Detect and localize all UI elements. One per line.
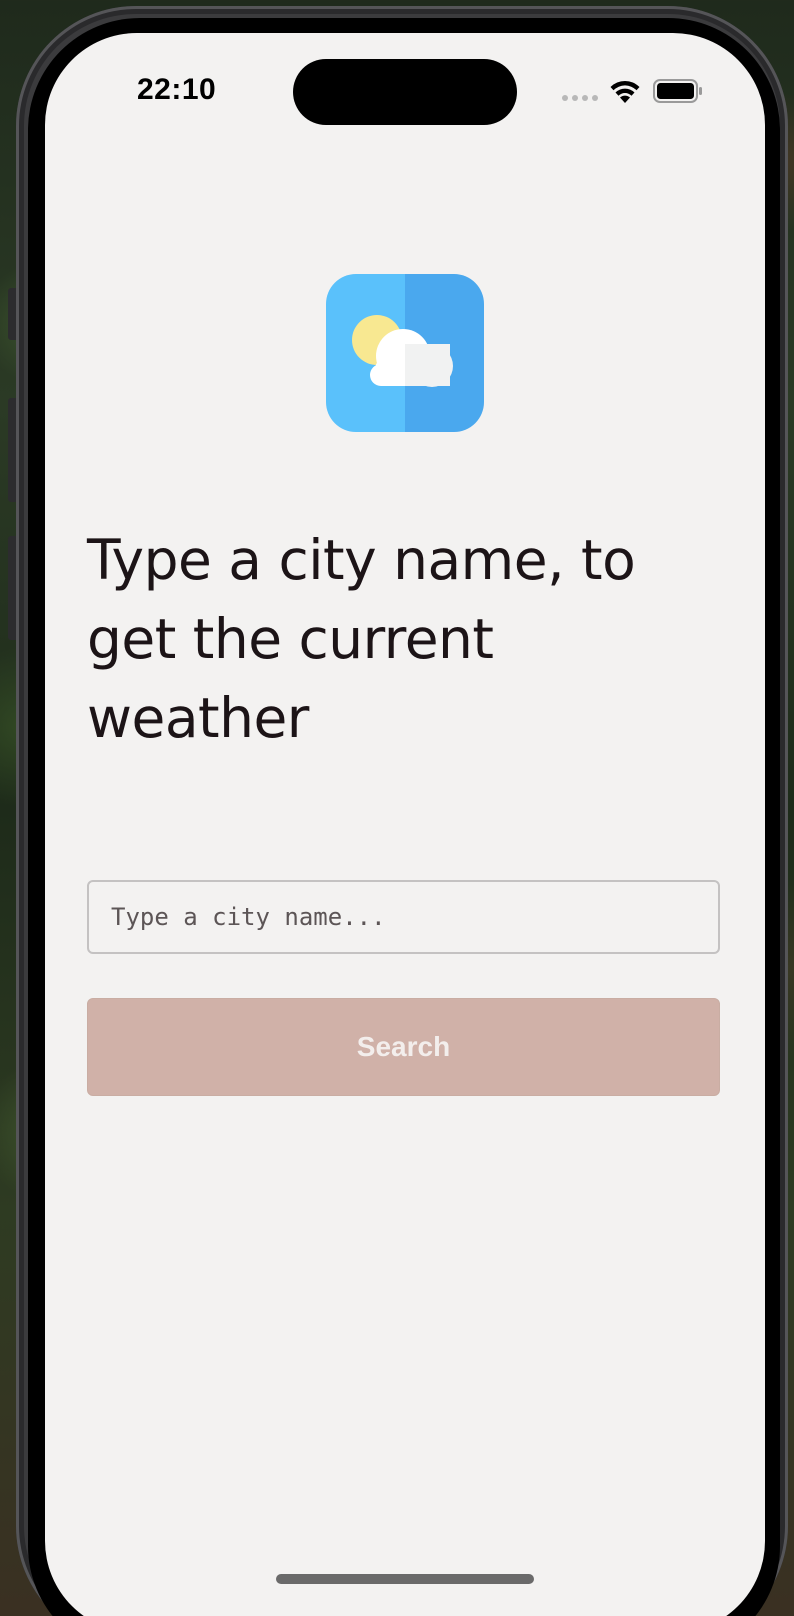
weather-app-icon <box>326 274 484 432</box>
weather-sun-cloud-icon <box>326 274 484 432</box>
wifi-icon <box>610 80 640 103</box>
city-name-input[interactable] <box>87 880 720 954</box>
search-button[interactable]: Search <box>87 998 720 1096</box>
cellular-signal-icon <box>562 95 598 101</box>
home-indicator[interactable] <box>276 1574 534 1584</box>
page-headline: Type a city name, to get the current wea… <box>87 528 636 750</box>
battery-icon <box>653 79 702 103</box>
dynamic-island <box>293 59 517 125</box>
status-bar: 22:10 <box>45 33 765 143</box>
app-screen: 22:10 Type a city name, to get the curre… <box>45 33 765 1616</box>
status-time: 22:10 <box>137 73 217 106</box>
